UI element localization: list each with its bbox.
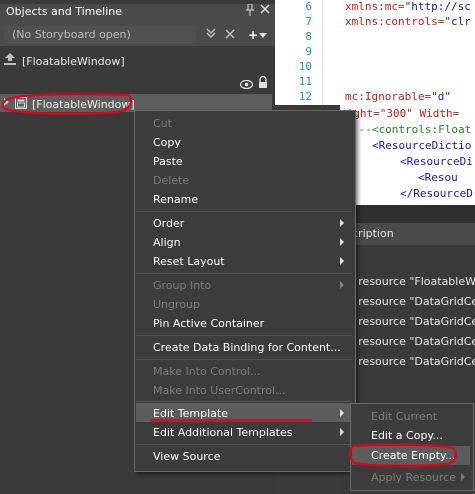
menu-separator: [136, 211, 352, 212]
menu-item-reset-layout[interactable]: Reset Layout: [153, 255, 225, 268]
menu-item-pin-active-container[interactable]: Pin Active Container: [153, 317, 264, 330]
menu-separator: [136, 444, 352, 445]
menu-separator: [136, 335, 352, 336]
dropdown-arrow-icon[interactable]: [257, 26, 269, 44]
menu-item-ungroup[interactable]: Ungroup: [153, 298, 200, 311]
line-number: 6: [305, 0, 312, 13]
submenu-item-apply-resource[interactable]: Apply Resource: [371, 471, 456, 484]
menu-separator: [136, 273, 352, 274]
menu-separator: [136, 401, 352, 402]
line-number: 9: [305, 45, 312, 58]
description-column-header[interactable]: cription: [352, 227, 394, 240]
menu-item-align[interactable]: Align: [153, 236, 181, 249]
gutter-divider: [322, 0, 323, 105]
results-row[interactable]: e resource "DataGridCell: [348, 315, 475, 328]
line-number: 11: [298, 75, 312, 88]
collapse-double-chevron-icon[interactable]: [202, 26, 220, 44]
code-line: mc:Ignorable="d": [345, 90, 451, 103]
menu-separator: [136, 359, 352, 360]
code-line: !--<controls:Float: [352, 123, 472, 136]
menu-item-create-data-binding[interactable]: Create Data Binding for Content...: [153, 341, 341, 354]
results-row[interactable]: e resource "FloatableWi: [348, 275, 475, 288]
menu-item-order[interactable]: Order: [153, 217, 184, 230]
red-annotation-circle: [349, 443, 458, 467]
line-number: 8: [305, 30, 312, 43]
splitter-bar[interactable]: [340, 205, 475, 223]
storyboard-placeholder: (No Storyboard open): [12, 28, 131, 41]
code-line: xmlns:controls="clr: [345, 15, 471, 28]
menu-item-make-into-usercontrol[interactable]: Make Into UserControl...: [153, 384, 286, 397]
menu-item-view-source[interactable]: View Source: [153, 450, 220, 463]
results-row[interactable]: e resource "DataGridCell: [348, 335, 475, 348]
menu-item-group-into[interactable]: Group Into: [153, 279, 211, 292]
submenu-item-edit-current[interactable]: Edit Current: [371, 410, 437, 423]
submenu-arrow-icon: [340, 428, 344, 436]
scope-label: [FloatableWindow]: [22, 55, 125, 68]
panel-title: Objects and Timeline: [6, 5, 123, 18]
red-annotation-circle: [1, 93, 133, 115]
menu-item-cut[interactable]: Cut: [153, 117, 172, 130]
submenu-item-edit-copy[interactable]: Edit a Copy...: [371, 429, 443, 442]
line-number: 7: [305, 15, 312, 28]
line-number: 10: [298, 60, 312, 73]
code-line: <ResourceDi: [400, 155, 473, 168]
submenu-arrow-icon: [461, 473, 465, 481]
code-line: eight="300" Width=: [340, 107, 460, 120]
eye-icon[interactable]: [239, 78, 254, 92]
red-annotation-underline: [150, 419, 312, 422]
results-row[interactable]: e resource "DataGridCell: [348, 295, 475, 308]
menu-item-paste[interactable]: Paste: [153, 155, 183, 168]
code-line: <ResourceDictio: [372, 139, 472, 152]
scope-up-icon[interactable]: [4, 53, 16, 65]
code-line: </ResourceD: [400, 187, 473, 200]
close-storyboard-icon[interactable]: [221, 26, 239, 44]
close-icon[interactable]: [259, 4, 271, 16]
submenu-arrow-icon: [340, 219, 344, 227]
code-line: xmlns:mc="http://sc: [345, 0, 471, 13]
submenu-arrow-icon: [340, 257, 344, 265]
menu-item-copy[interactable]: Copy: [153, 136, 181, 149]
submenu-arrow-icon: [340, 238, 344, 246]
line-number: 12: [298, 90, 312, 103]
menu-item-edit-additional-templates[interactable]: Edit Additional Templates: [153, 426, 292, 439]
menu-item-delete[interactable]: Delete: [153, 174, 189, 187]
submenu-arrow-icon: [340, 281, 344, 289]
submenu-arrow-icon: [340, 409, 344, 417]
results-row[interactable]: e resource "DataGridCell: [348, 355, 475, 368]
menu-item-make-into-control[interactable]: Make Into Control...: [153, 365, 260, 378]
pin-icon[interactable]: [244, 3, 256, 16]
code-line: <Resou: [418, 171, 458, 184]
lock-icon[interactable]: [258, 75, 268, 88]
menu-item-rename[interactable]: Rename: [153, 193, 198, 206]
